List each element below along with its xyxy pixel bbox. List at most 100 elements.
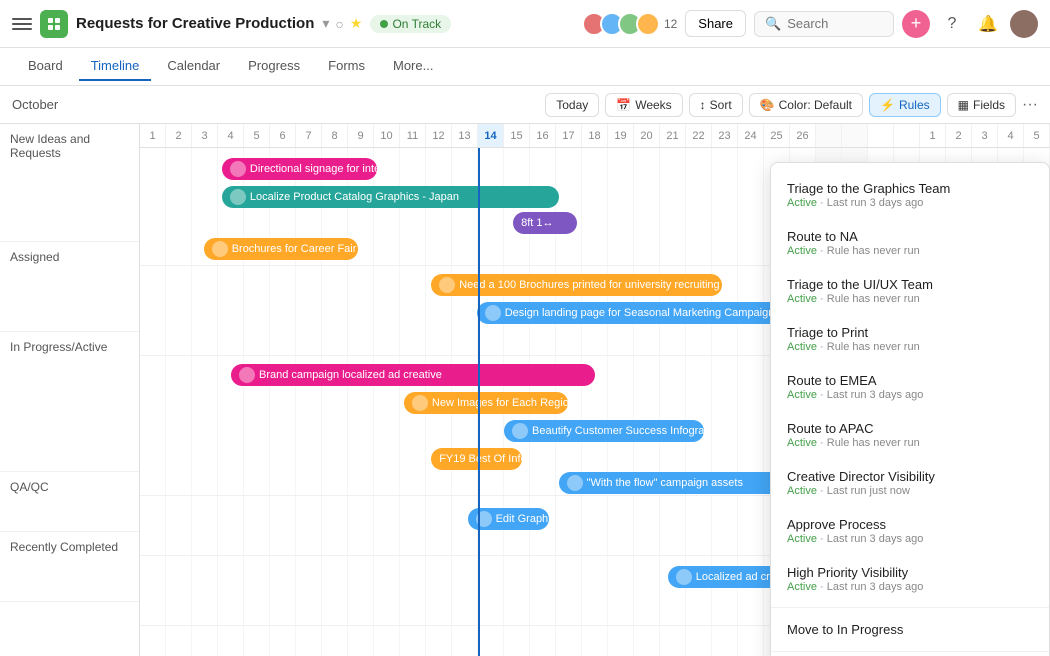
- status-text: On Track: [392, 17, 441, 31]
- date-22: 22: [686, 124, 712, 147]
- date-27: [816, 124, 842, 147]
- toolbar-left: October: [12, 97, 537, 112]
- rule-item-approve-process[interactable]: Approve Process Active · Last run 3 days…: [771, 507, 1049, 555]
- avatar: [636, 12, 660, 36]
- notifications-icon[interactable]: 🔔: [974, 10, 1002, 38]
- status-badge: On Track: [370, 15, 451, 33]
- rule-item-route-apac[interactable]: Route to APAC Active · Rule has never ru…: [771, 411, 1049, 459]
- status-dot: [380, 20, 388, 28]
- avatar-group: 12: [582, 12, 677, 36]
- app-icon: [40, 10, 68, 38]
- today-line: [478, 148, 480, 656]
- rule-sub: Active · Last run 3 days ago: [787, 197, 1033, 209]
- date-12: 12: [426, 124, 452, 147]
- date-next-5: 5: [1024, 124, 1050, 147]
- task-new-images[interactable]: New Images for Each Regional Office: [404, 392, 568, 414]
- rules-dropdown: Triage to the Graphics Team Active · Las…: [770, 162, 1050, 656]
- tab-board[interactable]: Board: [16, 52, 75, 81]
- date-next-4: 4: [998, 124, 1024, 147]
- date-9: 9: [348, 124, 374, 147]
- date-18: 18: [582, 124, 608, 147]
- date-next-3: 3: [972, 124, 998, 147]
- more-options-icon[interactable]: ···: [1022, 96, 1038, 114]
- tab-forms[interactable]: Forms: [316, 52, 377, 81]
- task-fy19[interactable]: FY19 Best Of Infographic: [431, 448, 522, 470]
- date-3: 3: [192, 124, 218, 147]
- row-label-new-ideas: New Ideas and Requests: [0, 124, 139, 242]
- task-avatar: [230, 189, 246, 205]
- sort-icon: ↕: [700, 98, 706, 112]
- date-19: 19: [608, 124, 634, 147]
- task-avatar: [239, 367, 255, 383]
- fields-icon: ▦: [958, 98, 969, 112]
- task-avatar: [567, 475, 583, 491]
- task-avatar: [485, 305, 501, 321]
- calendar-icon: 📅: [616, 98, 631, 112]
- date-15: 15: [504, 124, 530, 147]
- date-13: 13: [452, 124, 478, 147]
- date-20: 20: [634, 124, 660, 147]
- nav-tabs: Board Timeline Calendar Progress Forms M…: [0, 48, 1050, 86]
- rule-item-creative-director[interactable]: Creative Director Visibility Active · La…: [771, 459, 1049, 507]
- star-icon[interactable]: ★: [350, 15, 363, 32]
- date-24: 24: [738, 124, 764, 147]
- date-8: 8: [322, 124, 348, 147]
- date-16: 16: [530, 124, 556, 147]
- date-23: 23: [712, 124, 738, 147]
- rule-title: Triage to the Graphics Team: [787, 181, 1033, 196]
- date-26: 26: [790, 124, 816, 147]
- rule-item-triage-print[interactable]: Triage to Print Active · Rule has never …: [771, 315, 1049, 363]
- search-box[interactable]: 🔍: [754, 11, 894, 37]
- date-4: 4: [218, 124, 244, 147]
- date-6: 6: [270, 124, 296, 147]
- add-button[interactable]: +: [902, 10, 930, 38]
- today-button[interactable]: Today: [545, 93, 599, 117]
- topbar: Requests for Creative Production ▾ ○ ★ O…: [0, 0, 1050, 48]
- tab-timeline[interactable]: Timeline: [79, 52, 152, 81]
- task-brochures-university[interactable]: Need a 100 Brochures printed for univers…: [431, 274, 722, 296]
- sort-button[interactable]: ↕ Sort: [689, 93, 743, 117]
- date-10: 10: [374, 124, 400, 147]
- rule-item-move-to-inprog[interactable]: Move to In Progress: [771, 612, 1049, 647]
- user-avatar[interactable]: [1010, 10, 1038, 38]
- rule-item-high-priority[interactable]: High Priority Visibility Active · Last r…: [771, 555, 1049, 603]
- tab-progress[interactable]: Progress: [236, 52, 312, 81]
- calendar-area: 1 2 3 4 5 6 7 8 9 10 11 12 13 14 15 16 1…: [140, 124, 1050, 656]
- rules-icon: ⚡: [880, 98, 895, 112]
- info-icon[interactable]: ○: [335, 16, 343, 32]
- timeline-container: New Ideas and Requests Assigned In Progr…: [0, 124, 1050, 656]
- dropdown-icon[interactable]: ▾: [322, 15, 329, 32]
- project-title: Requests for Creative Production: [76, 15, 314, 32]
- menu-icon[interactable]: [12, 14, 32, 34]
- task-avatar: [439, 277, 455, 293]
- tab-calendar[interactable]: Calendar: [155, 52, 232, 81]
- task-8ft[interactable]: 8ft 1↔: [513, 212, 577, 234]
- share-button[interactable]: Share: [685, 10, 746, 37]
- rule-item-route-emea[interactable]: Route to EMEA Active · Last run 3 days a…: [771, 363, 1049, 411]
- task-brochures-career[interactable]: Brochures for Career Fair: [204, 238, 359, 260]
- task-beautify[interactable]: Beautify Customer Success Infographic: [504, 420, 704, 442]
- task-localize-product[interactable]: Localize Product Catalog Graphics - Japa…: [222, 186, 559, 208]
- color-button[interactable]: 🎨 Color: Default: [749, 93, 863, 117]
- task-avatar: [212, 241, 228, 257]
- row-label-recent: Recently Completed: [0, 532, 139, 602]
- rule-item-triage-uiux[interactable]: Triage to the UI/UX Team Active · Rule h…: [771, 267, 1049, 315]
- date-17: 17: [556, 124, 582, 147]
- weeks-button[interactable]: 📅 Weeks: [605, 93, 682, 117]
- topbar-right: 12 Share 🔍 + ? 🔔: [582, 10, 1038, 38]
- row-labels: New Ideas and Requests Assigned In Progr…: [0, 124, 140, 656]
- search-icon: 🔍: [765, 16, 781, 32]
- rule-item-route-na[interactable]: Route to NA Active · Rule has never run: [771, 219, 1049, 267]
- help-button[interactable]: ?: [938, 10, 966, 38]
- task-brand-campaign[interactable]: Brand campaign localized ad creative: [231, 364, 595, 386]
- search-input[interactable]: [787, 16, 877, 31]
- task-directional-signage[interactable]: Directional signage for internal events: [222, 158, 377, 180]
- rules-button[interactable]: ⚡ Rules: [869, 93, 941, 117]
- task-avatar: [512, 423, 528, 439]
- date-5: 5: [244, 124, 270, 147]
- toolbar-right: Today 📅 Weeks ↕ Sort 🎨 Color: Default ⚡ …: [545, 93, 1038, 117]
- fields-button[interactable]: ▦ Fields: [947, 93, 1016, 117]
- tab-more[interactable]: More...: [381, 52, 445, 81]
- avatar-count: 12: [664, 17, 677, 31]
- rule-item-triage-graphics[interactable]: Triage to the Graphics Team Active · Las…: [771, 171, 1049, 219]
